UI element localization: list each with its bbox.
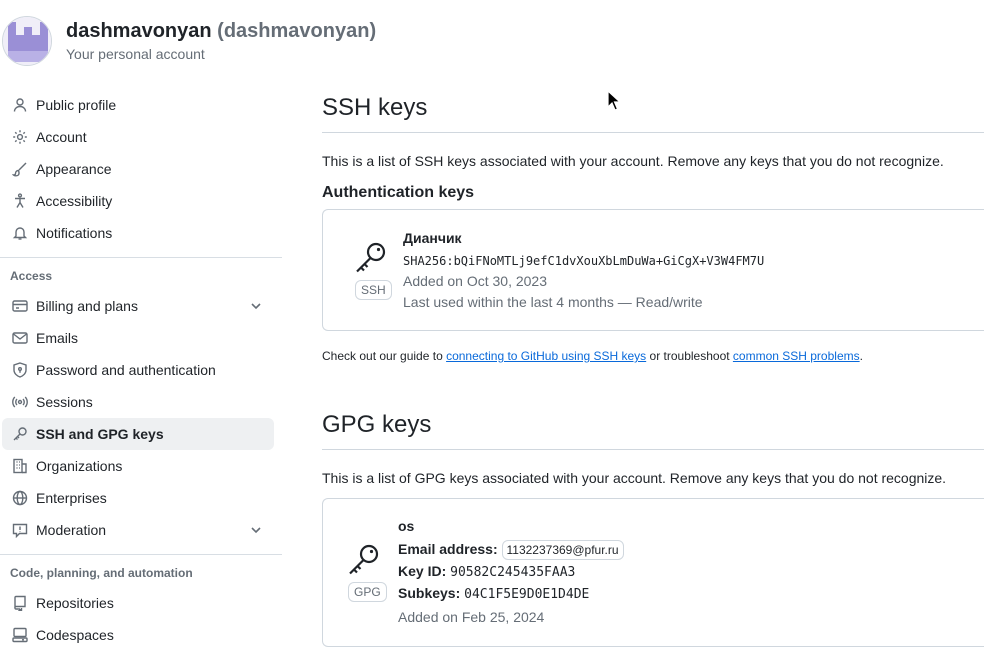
sidebar-item-moderation[interactable]: Moderation bbox=[2, 514, 274, 546]
gpg-email-badge: 1132237369@pfur.ru bbox=[501, 540, 624, 560]
gpg-keyid-row: Key ID: 90582C245435FAA3 bbox=[398, 563, 575, 580]
gpg-keyid-label: Key ID: bbox=[398, 563, 447, 579]
key-icon bbox=[356, 242, 386, 273]
shield-lock-icon bbox=[12, 362, 28, 378]
sidebar-item-sessions[interactable]: Sessions bbox=[2, 386, 274, 418]
ssh-connect-guide-link[interactable]: connecting to GitHub using SSH keys bbox=[446, 349, 646, 363]
gpg-key-card: GPG os Email address: 1132237369@pfur.ru… bbox=[322, 498, 984, 647]
mail-icon bbox=[12, 330, 28, 346]
ssh-key-fingerprint: SHA256:bQiFNoMTLj9efC1dvXouXbLmDuWa+GiCg… bbox=[403, 254, 765, 268]
bell-icon bbox=[12, 225, 28, 241]
credit-card-icon bbox=[12, 298, 28, 314]
sidebar-item-enterprises[interactable]: Enterprises bbox=[2, 482, 274, 514]
sidebar-item-account[interactable]: Account bbox=[2, 121, 274, 153]
sidebar-divider bbox=[0, 554, 282, 555]
sidebar-divider bbox=[0, 257, 282, 258]
account-name[interactable]: dashmavonyan (dashmavonyan) bbox=[66, 18, 376, 44]
ssh-key-card: SSH Дианчик SHA256:bQiFNoMTLj9efC1dvXouX… bbox=[322, 209, 984, 331]
gear-icon bbox=[12, 129, 28, 145]
sidebar-item-label: Codespaces bbox=[36, 627, 114, 643]
sidebar-item-label: Emails bbox=[36, 330, 79, 346]
sidebar-item-label: Account bbox=[36, 129, 87, 145]
identicon-image bbox=[3, 17, 51, 65]
codespaces-icon bbox=[12, 627, 28, 643]
gpg-key-title: os bbox=[398, 518, 415, 534]
report-icon bbox=[12, 522, 28, 538]
account-header: dashmavonyan (dashmavonyan) Your persona… bbox=[66, 18, 376, 64]
authentication-keys-heading: Authentication keys bbox=[322, 184, 475, 201]
guide-prefix: Check out our guide to bbox=[322, 349, 447, 363]
ssh-tag-badge: SSH bbox=[355, 280, 392, 300]
sidebar-item-password[interactable]: Password and authentication bbox=[2, 354, 274, 386]
user-login: (dashmavonyan) bbox=[217, 20, 377, 42]
mouse-cursor-icon bbox=[607, 90, 621, 111]
ssh-key-title: Дианчик bbox=[403, 230, 462, 246]
sidebar-item-label: Accessibility bbox=[36, 193, 113, 209]
sidebar-item-label: Organizations bbox=[36, 458, 123, 474]
username: dashmavonyan bbox=[66, 20, 212, 42]
accessibility-icon bbox=[12, 193, 28, 209]
settings-sidebar: Public profile Account Appearance Access… bbox=[0, 89, 282, 651]
globe-icon bbox=[12, 490, 28, 506]
sidebar-item-notifications[interactable]: Notifications bbox=[2, 217, 274, 249]
avatar[interactable] bbox=[2, 16, 52, 66]
sidebar-item-repositories[interactable]: Repositories bbox=[2, 587, 274, 619]
ssh-keys-heading: SSH keys bbox=[322, 94, 428, 121]
gpg-keys-heading: GPG keys bbox=[322, 411, 432, 438]
ssh-guide-text: Check out our guide to connecting to Git… bbox=[322, 349, 863, 363]
sidebar-item-appearance[interactable]: Appearance bbox=[2, 153, 274, 185]
sidebar-item-public-profile[interactable]: Public profile bbox=[2, 89, 274, 121]
gpg-key-added-date: Added on Feb 25, 2024 bbox=[398, 609, 545, 625]
gpg-subkeys-value: 04C1F5E9D0E1D4DE bbox=[464, 587, 590, 602]
sidebar-item-billing[interactable]: Billing and plans bbox=[2, 290, 274, 322]
sidebar-item-label: Notifications bbox=[36, 225, 113, 241]
broadcast-icon bbox=[12, 394, 28, 410]
gpg-tag-badge: GPG bbox=[348, 582, 387, 602]
gpg-keys-description: This is a list of GPG keys associated wi… bbox=[322, 470, 947, 486]
gpg-subkeys-row: Subkeys: 04C1F5E9D0E1D4DE bbox=[398, 585, 589, 602]
sidebar-group-code: Code, planning, and automation bbox=[10, 566, 193, 580]
organization-icon bbox=[12, 458, 28, 474]
person-icon bbox=[12, 97, 28, 113]
gpg-email-label: Email address: bbox=[398, 541, 498, 557]
ssh-key-last-used: Last used within the last 4 months — Rea… bbox=[403, 294, 703, 310]
sidebar-item-accessibility[interactable]: Accessibility bbox=[2, 185, 274, 217]
ssh-key-added-date: Added on Oct 30, 2023 bbox=[403, 273, 547, 289]
guide-middle: or troubleshoot bbox=[646, 349, 733, 363]
sidebar-item-label: Repositories bbox=[36, 595, 114, 611]
key-icon bbox=[12, 426, 28, 442]
ssh-keys-description: This is a list of SSH keys associated wi… bbox=[322, 153, 944, 169]
repo-icon bbox=[12, 595, 28, 611]
chevron-down-icon[interactable] bbox=[248, 298, 264, 314]
sidebar-item-label: Billing and plans bbox=[36, 298, 138, 314]
paintbrush-icon bbox=[12, 161, 28, 177]
guide-suffix: . bbox=[859, 349, 863, 363]
sidebar-item-emails[interactable]: Emails bbox=[2, 322, 274, 354]
sidebar-item-label: SSH and GPG keys bbox=[36, 426, 164, 442]
ssh-problems-link[interactable]: common SSH problems bbox=[733, 349, 860, 363]
sidebar-item-ssh-gpg-keys[interactable]: SSH and GPG keys bbox=[2, 418, 274, 450]
gpg-email-row: Email address: 1132237369@pfur.ru bbox=[398, 540, 624, 560]
sidebar-item-label: Moderation bbox=[36, 522, 107, 538]
account-subtitle: Your personal account bbox=[66, 46, 205, 62]
key-icon bbox=[349, 544, 379, 575]
sidebar-item-organizations[interactable]: Organizations bbox=[2, 450, 274, 482]
sidebar-item-codespaces[interactable]: Codespaces bbox=[2, 619, 274, 651]
section-divider bbox=[322, 449, 984, 450]
sidebar-group-access: Access bbox=[10, 269, 53, 283]
chevron-down-icon[interactable] bbox=[248, 522, 264, 538]
sidebar-item-label: Public profile bbox=[36, 97, 117, 113]
sidebar-item-label: Appearance bbox=[36, 161, 112, 177]
sidebar-item-label: Enterprises bbox=[36, 490, 107, 506]
gpg-subkeys-label: Subkeys: bbox=[398, 585, 461, 601]
gpg-keyid-value: 90582C245435FAA3 bbox=[450, 565, 576, 580]
section-divider bbox=[322, 132, 984, 133]
sidebar-item-label: Password and authentication bbox=[36, 362, 216, 378]
sidebar-item-label: Sessions bbox=[36, 394, 93, 410]
